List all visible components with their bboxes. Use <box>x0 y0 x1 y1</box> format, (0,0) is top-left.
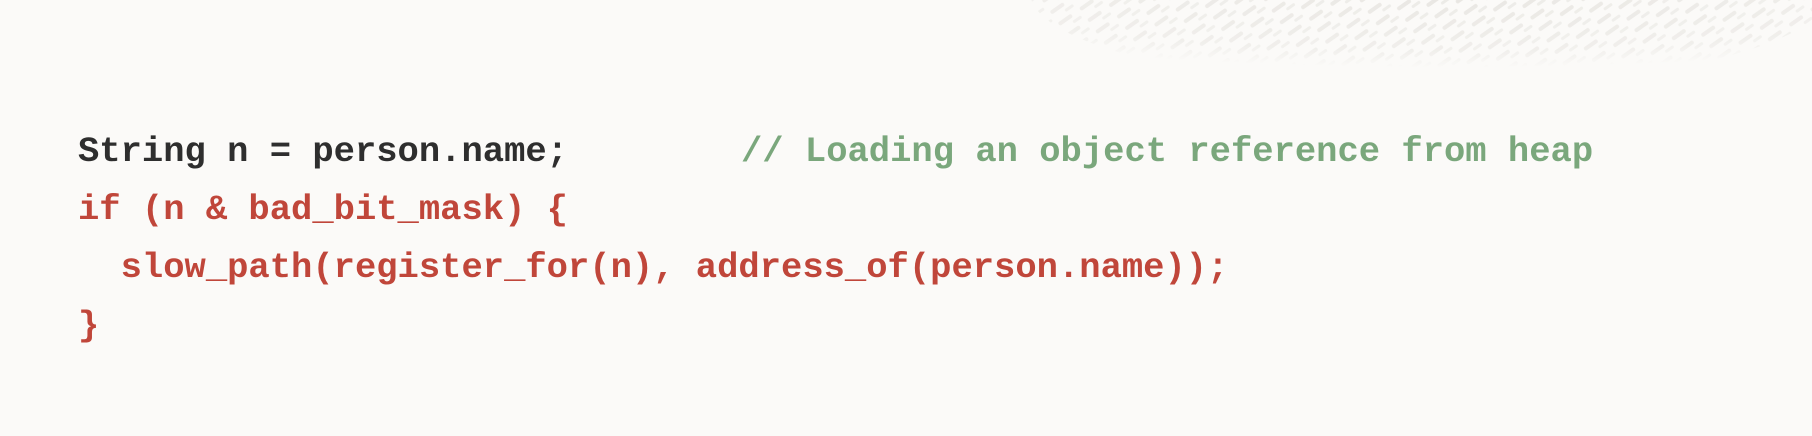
code-line-1: String n = person.name; // Loading an obj… <box>78 123 1593 181</box>
code-comment: // Loading an object reference from heap <box>740 131 1594 172</box>
code-line-2: if (n & bad_bit_mask) { <box>78 189 568 230</box>
code-line-4: } <box>78 305 100 346</box>
code-statement: String n = person.name; <box>78 131 568 172</box>
decorative-dash-pattern <box>1031 0 1812 88</box>
code-snippet: String n = person.name; // Loading an obj… <box>78 123 1593 355</box>
code-line-3: slow_path(register_for(n), address_of(pe… <box>78 247 1229 288</box>
